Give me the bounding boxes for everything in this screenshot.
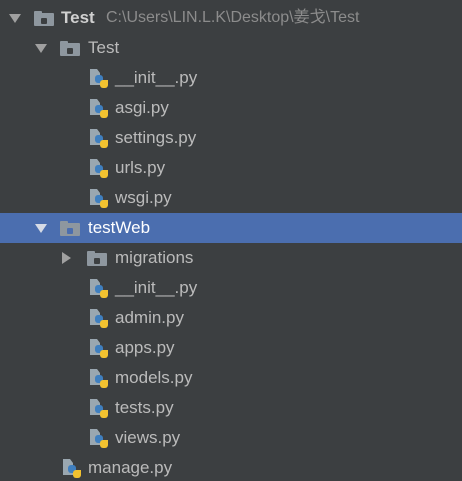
python-file-icon: [89, 339, 109, 359]
tree-item-label: asgi.py: [115, 98, 169, 117]
tree-row-file[interactable]: __init__.py: [0, 273, 462, 303]
python-file-icon: [89, 129, 109, 149]
tree-item-label: apps.py: [115, 338, 175, 357]
tree-row-file[interactable]: urls.py: [0, 153, 462, 183]
tree-row-folder-testweb[interactable]: testWeb: [0, 213, 462, 243]
tree-item-label: settings.py: [115, 128, 197, 147]
tree-row-folder-test[interactable]: Test: [0, 33, 462, 63]
tree-row-file[interactable]: settings.py: [0, 123, 462, 153]
tree-item-label: Test: [61, 8, 95, 27]
tree-row-file[interactable]: admin.py: [0, 303, 462, 333]
project-tree: Test C:\Users\LIN.L.K\Desktop\姜戈\Test Te…: [0, 0, 462, 481]
package-folder-icon: [60, 41, 80, 56]
tree-row-file[interactable]: manage.py: [0, 453, 462, 481]
python-file-icon: [89, 189, 109, 209]
tree-item-label: wsgi.py: [115, 188, 172, 207]
tree-row-root-test[interactable]: Test C:\Users\LIN.L.K\Desktop\姜戈\Test: [0, 3, 462, 33]
tree-item-label: __init__.py: [115, 68, 198, 87]
python-file-icon: [89, 399, 109, 419]
python-file-icon: [89, 369, 109, 389]
tree-item-label: tests.py: [115, 398, 174, 417]
collapse-arrow-icon[interactable]: [59, 243, 73, 273]
tree-item-label: urls.py: [115, 158, 166, 177]
python-file-icon: [89, 69, 109, 89]
package-folder-icon: [87, 251, 107, 266]
folder-icon: [34, 11, 54, 26]
python-file-icon: [62, 459, 82, 479]
tree-item-label: views.py: [115, 428, 181, 447]
tree-row-file[interactable]: views.py: [0, 423, 462, 453]
tree-row-file[interactable]: __init__.py: [0, 63, 462, 93]
python-file-icon: [89, 429, 109, 449]
tree-item-label: admin.py: [115, 308, 184, 327]
tree-item-label: models.py: [115, 368, 193, 387]
tree-row-file[interactable]: models.py: [0, 363, 462, 393]
tree-row-folder-migrations[interactable]: migrations: [0, 243, 462, 273]
project-path: C:\Users\LIN.L.K\Desktop\姜戈\Test: [106, 9, 360, 26]
tree-row-file[interactable]: asgi.py: [0, 93, 462, 123]
tree-row-file[interactable]: tests.py: [0, 393, 462, 423]
python-file-icon: [89, 99, 109, 119]
python-file-icon: [89, 159, 109, 179]
tree-item-label: Test: [88, 38, 120, 57]
tree-item-label: testWeb: [88, 218, 151, 237]
tree-row-file[interactable]: apps.py: [0, 333, 462, 363]
expand-arrow-icon[interactable]: [8, 3, 22, 33]
tree-item-label: migrations: [115, 248, 194, 267]
tree-item-label: __init__.py: [115, 278, 198, 297]
expand-arrow-icon[interactable]: [34, 213, 48, 243]
expand-arrow-icon[interactable]: [34, 33, 48, 63]
tree-row-file[interactable]: wsgi.py: [0, 183, 462, 213]
python-file-icon: [89, 309, 109, 329]
package-folder-icon: [60, 221, 80, 236]
python-file-icon: [89, 279, 109, 299]
tree-item-label: manage.py: [88, 458, 173, 477]
